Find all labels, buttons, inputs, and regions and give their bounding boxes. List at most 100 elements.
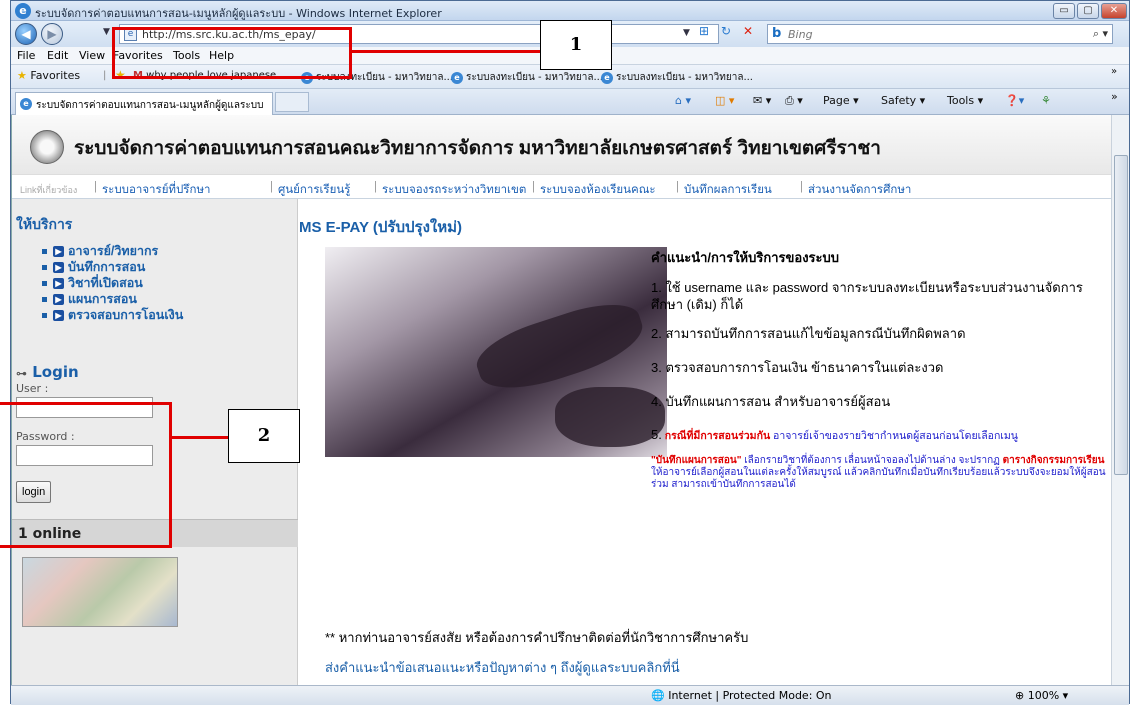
minimize-button[interactable]: ▭ (1053, 3, 1075, 19)
guide-item-1: 1. ใช้ username และ password จากระบบลงทะ… (651, 280, 1083, 312)
stop-icon[interactable]: ✕ (743, 24, 753, 38)
tab-label: ระบบจัดการค่าตอบแทนการสอน-เมนูหลักผู้ดูแ… (36, 100, 264, 111)
main-content: MS E-PAY (ปรับปรุงใหม่) คำแนะนำ/การให้บร… (299, 199, 1111, 685)
chevron-more-icon[interactable]: » (1111, 66, 1117, 77)
help-icon[interactable]: ❓▾ (1005, 94, 1024, 107)
menu-file[interactable]: File (17, 49, 35, 62)
vertical-scrollbar[interactable] (1111, 115, 1129, 685)
favorite-label: ระบบลงทะเบียน - มหาวิทยาล... (616, 72, 753, 83)
favorite-item-3[interactable]: e ระบบลงทะเบียน - มหาวิทยาล... (451, 70, 603, 85)
services-heading: ให้บริการ (16, 217, 73, 233)
zone-text: Internet | Protected Mode: On (668, 689, 832, 702)
menu-item-label: วิชาที่เปิดสอน (68, 276, 143, 290)
ie-page-icon: e (601, 72, 613, 84)
chevron-more-icon[interactable]: » (1111, 90, 1118, 103)
home-icon[interactable]: ⌂ ▾ (675, 94, 691, 107)
separator: | (94, 181, 97, 193)
research-icon[interactable]: ⚘ (1041, 94, 1051, 107)
link-education-unit[interactable]: ส่วนงานจัดการศึกษา (808, 181, 911, 199)
search-icon[interactable]: ⌕ ▾ (1093, 27, 1108, 41)
guide-5-highlight-2: "บันทึกแผนการสอน" (651, 455, 742, 466)
menu-item-teaching-plan[interactable]: ▶ แผนการสอน (42, 289, 183, 306)
menu-item-courses[interactable]: ▶ วิชาที่เปิดสอน (42, 273, 183, 290)
compatibility-icon[interactable]: ⊞ (699, 24, 709, 38)
guide-item-4: 4. บันทึกแผนการสอน สำหรับอาจารย์ผู้สอน (651, 394, 891, 409)
menu-view[interactable]: View (79, 49, 105, 62)
address-dropdown-icon[interactable]: ▼ (683, 28, 690, 38)
tools-menu-label: Tools (947, 94, 975, 107)
feeds-icon[interactable]: ◫ ▾ (715, 94, 734, 107)
arrow-box-icon: ▶ (53, 310, 64, 322)
separator: | (676, 181, 679, 193)
annotation-callout-1: 1 (540, 20, 612, 70)
page-viewport: ระบบจัดการค่าตอบแทนการสอนคณะวิทยาการจัดก… (11, 115, 1111, 685)
guide-5-highlight: กรณีที่มีการสอนร่วมกัน (664, 430, 771, 442)
link-room-booking[interactable]: ระบบจองห้องเรียนคณะ (540, 181, 656, 199)
separator: | (103, 70, 107, 81)
print-icon[interactable]: ⎙ ▾ (785, 94, 803, 108)
tab-active[interactable]: e ระบบจัดการค่าตอบแทนการสอน-เมนูหลักผู้ด… (15, 92, 273, 115)
new-tab-button[interactable] (275, 92, 309, 112)
recent-pages-dropdown-icon[interactable]: ▼ (103, 27, 110, 37)
guide-5-text-2: เลือกรายวิชาที่ต้องการ เลื่อนหน้าจอลงไปด… (744, 455, 1000, 466)
page-menu-label: Page (823, 94, 850, 107)
status-bar: 🌐 Internet | Protected Mode: On ⊕ 100% ▾ (11, 685, 1129, 705)
zoom-level: 100% (1027, 689, 1060, 702)
contact-link[interactable]: ส่งคำแนะนำข้อเสนอแนะหรือปัญหาต่าง ๆ ถึงผ… (325, 657, 680, 678)
guide-item-2: 2. สามารถบันทึกการสอนแก้ไขข้อมูลกรณีบันท… (651, 326, 966, 341)
separator: | (532, 181, 535, 193)
link-learning-center[interactable]: ศูนย์การเรียนรู้ (278, 181, 350, 199)
safety-menu[interactable]: Safety ▾ (881, 94, 925, 107)
guide-5-text-3: ให้อาจารย์เลือกผู้สอนในแต่ละครั้งให้สมบู… (651, 467, 1106, 490)
favorite-label: ระบบลงทะเบียน - มหาวิทยาล... (466, 72, 603, 83)
link-grades[interactable]: บันทึกผลการเรียน (684, 181, 772, 199)
contact-note: ** หากท่านอาจารย์สงสัย หรือต้องการคำปรึก… (325, 630, 749, 645)
mail-icon[interactable]: ✉ ▾ (753, 94, 771, 107)
login-heading: ⊶ Login (16, 363, 79, 381)
favorites-button[interactable]: ★ Favorites (17, 69, 80, 82)
arrow-box-icon: ▶ (53, 246, 64, 258)
arrow-box-icon: ▶ (53, 262, 64, 274)
menu-item-label: บันทึกการสอน (68, 260, 146, 274)
annotation-line-2 (172, 436, 228, 439)
separator: | (800, 181, 803, 193)
tools-menu[interactable]: Tools ▾ (947, 94, 983, 107)
annotation-box-login (0, 402, 172, 548)
ie-page-icon: e (451, 72, 463, 84)
links-label: Linkที่เกี่ยวข้อง (20, 185, 78, 195)
favorites-label: Favorites (30, 69, 81, 82)
annotation-box-address (112, 27, 352, 79)
user-label: User : (16, 382, 49, 395)
link-car-booking[interactable]: ระบบจองรถระหว่างวิทยาเขต (382, 181, 526, 199)
zoom-control[interactable]: ⊕ 100% ▾ (1015, 689, 1068, 702)
maximize-button[interactable]: ▢ (1077, 3, 1099, 19)
menu-item-transfer-check[interactable]: ▶ ตรวจสอบการโอนเงิน (42, 305, 183, 322)
related-links-bar: Linkที่เกี่ยวข้อง | ระบบอาจารย์ที่ปรึกษา… (12, 175, 1111, 199)
forward-button[interactable]: ▶ (41, 23, 63, 45)
bullet-icon (42, 249, 47, 255)
search-box[interactable]: b Bing ⌕ ▾ (767, 24, 1113, 44)
zone-status: 🌐 Internet | Protected Mode: On (651, 689, 832, 702)
ie-page-icon: e (20, 98, 32, 110)
close-button[interactable]: ✕ (1101, 3, 1127, 19)
back-button[interactable]: ◀ (15, 23, 37, 45)
annotation-callout-2: 2 (228, 409, 300, 463)
menu-edit[interactable]: Edit (47, 49, 68, 62)
scrollbar-thumb[interactable] (1114, 155, 1128, 475)
link-advisor-system[interactable]: ระบบอาจารย์ที่ปรึกษา (102, 181, 211, 199)
menu-item-teaching-record[interactable]: ▶ บันทึกการสอน (42, 257, 183, 274)
favorite-item-4[interactable]: e ระบบลงทะเบียน - มหาวิทยาล... (601, 70, 753, 85)
bullet-icon (42, 265, 47, 271)
keyboard-shape (469, 292, 651, 402)
refresh-icon[interactable]: ↻ (721, 24, 731, 38)
menu-item-lecturers[interactable]: ▶ อาจารย์/วิทยากร (42, 241, 183, 258)
page-menu[interactable]: Page ▾ (823, 94, 859, 107)
globe-icon: 🌐 (651, 689, 665, 702)
arrow-box-icon: ▶ (53, 278, 64, 290)
guide-5-number: 5. (651, 427, 662, 442)
bullet-icon (42, 313, 47, 319)
separator: | (374, 181, 377, 193)
guide-item-5-detail: "บันทึกแผนการสอน" เลือกรายวิชาที่ต้องการ… (651, 455, 1111, 491)
bing-icon: b (772, 26, 782, 41)
separator: | (270, 181, 273, 193)
